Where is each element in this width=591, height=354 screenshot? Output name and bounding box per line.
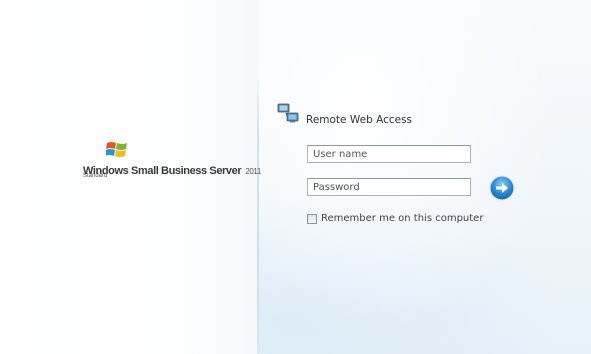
logo-title: Windows Small Business Server 2011 bbox=[83, 161, 261, 179]
username-input[interactable] bbox=[307, 145, 471, 163]
login-page: Windows Small Business Server 2011 Stand… bbox=[0, 0, 591, 354]
logo-edition: Standard bbox=[83, 173, 108, 179]
windows-flag-icon bbox=[106, 142, 127, 157]
remote-web-access-icon bbox=[277, 103, 299, 123]
remember-me-checkbox[interactable] bbox=[307, 213, 317, 224]
product-logo: Windows Small Business Server 2011 Stand… bbox=[83, 140, 261, 190]
password-input[interactable] bbox=[307, 178, 471, 196]
login-panel bbox=[258, 0, 591, 354]
panel-divider bbox=[257, 70, 259, 354]
remember-me-label: Remember me on this computer bbox=[321, 213, 484, 224]
remember-me-option[interactable]: Remember me on this computer bbox=[307, 213, 483, 224]
sign-in-button[interactable] bbox=[489, 175, 515, 201]
logo-year: 2011 bbox=[245, 167, 261, 176]
page-title: Remote Web Access bbox=[306, 114, 413, 126]
